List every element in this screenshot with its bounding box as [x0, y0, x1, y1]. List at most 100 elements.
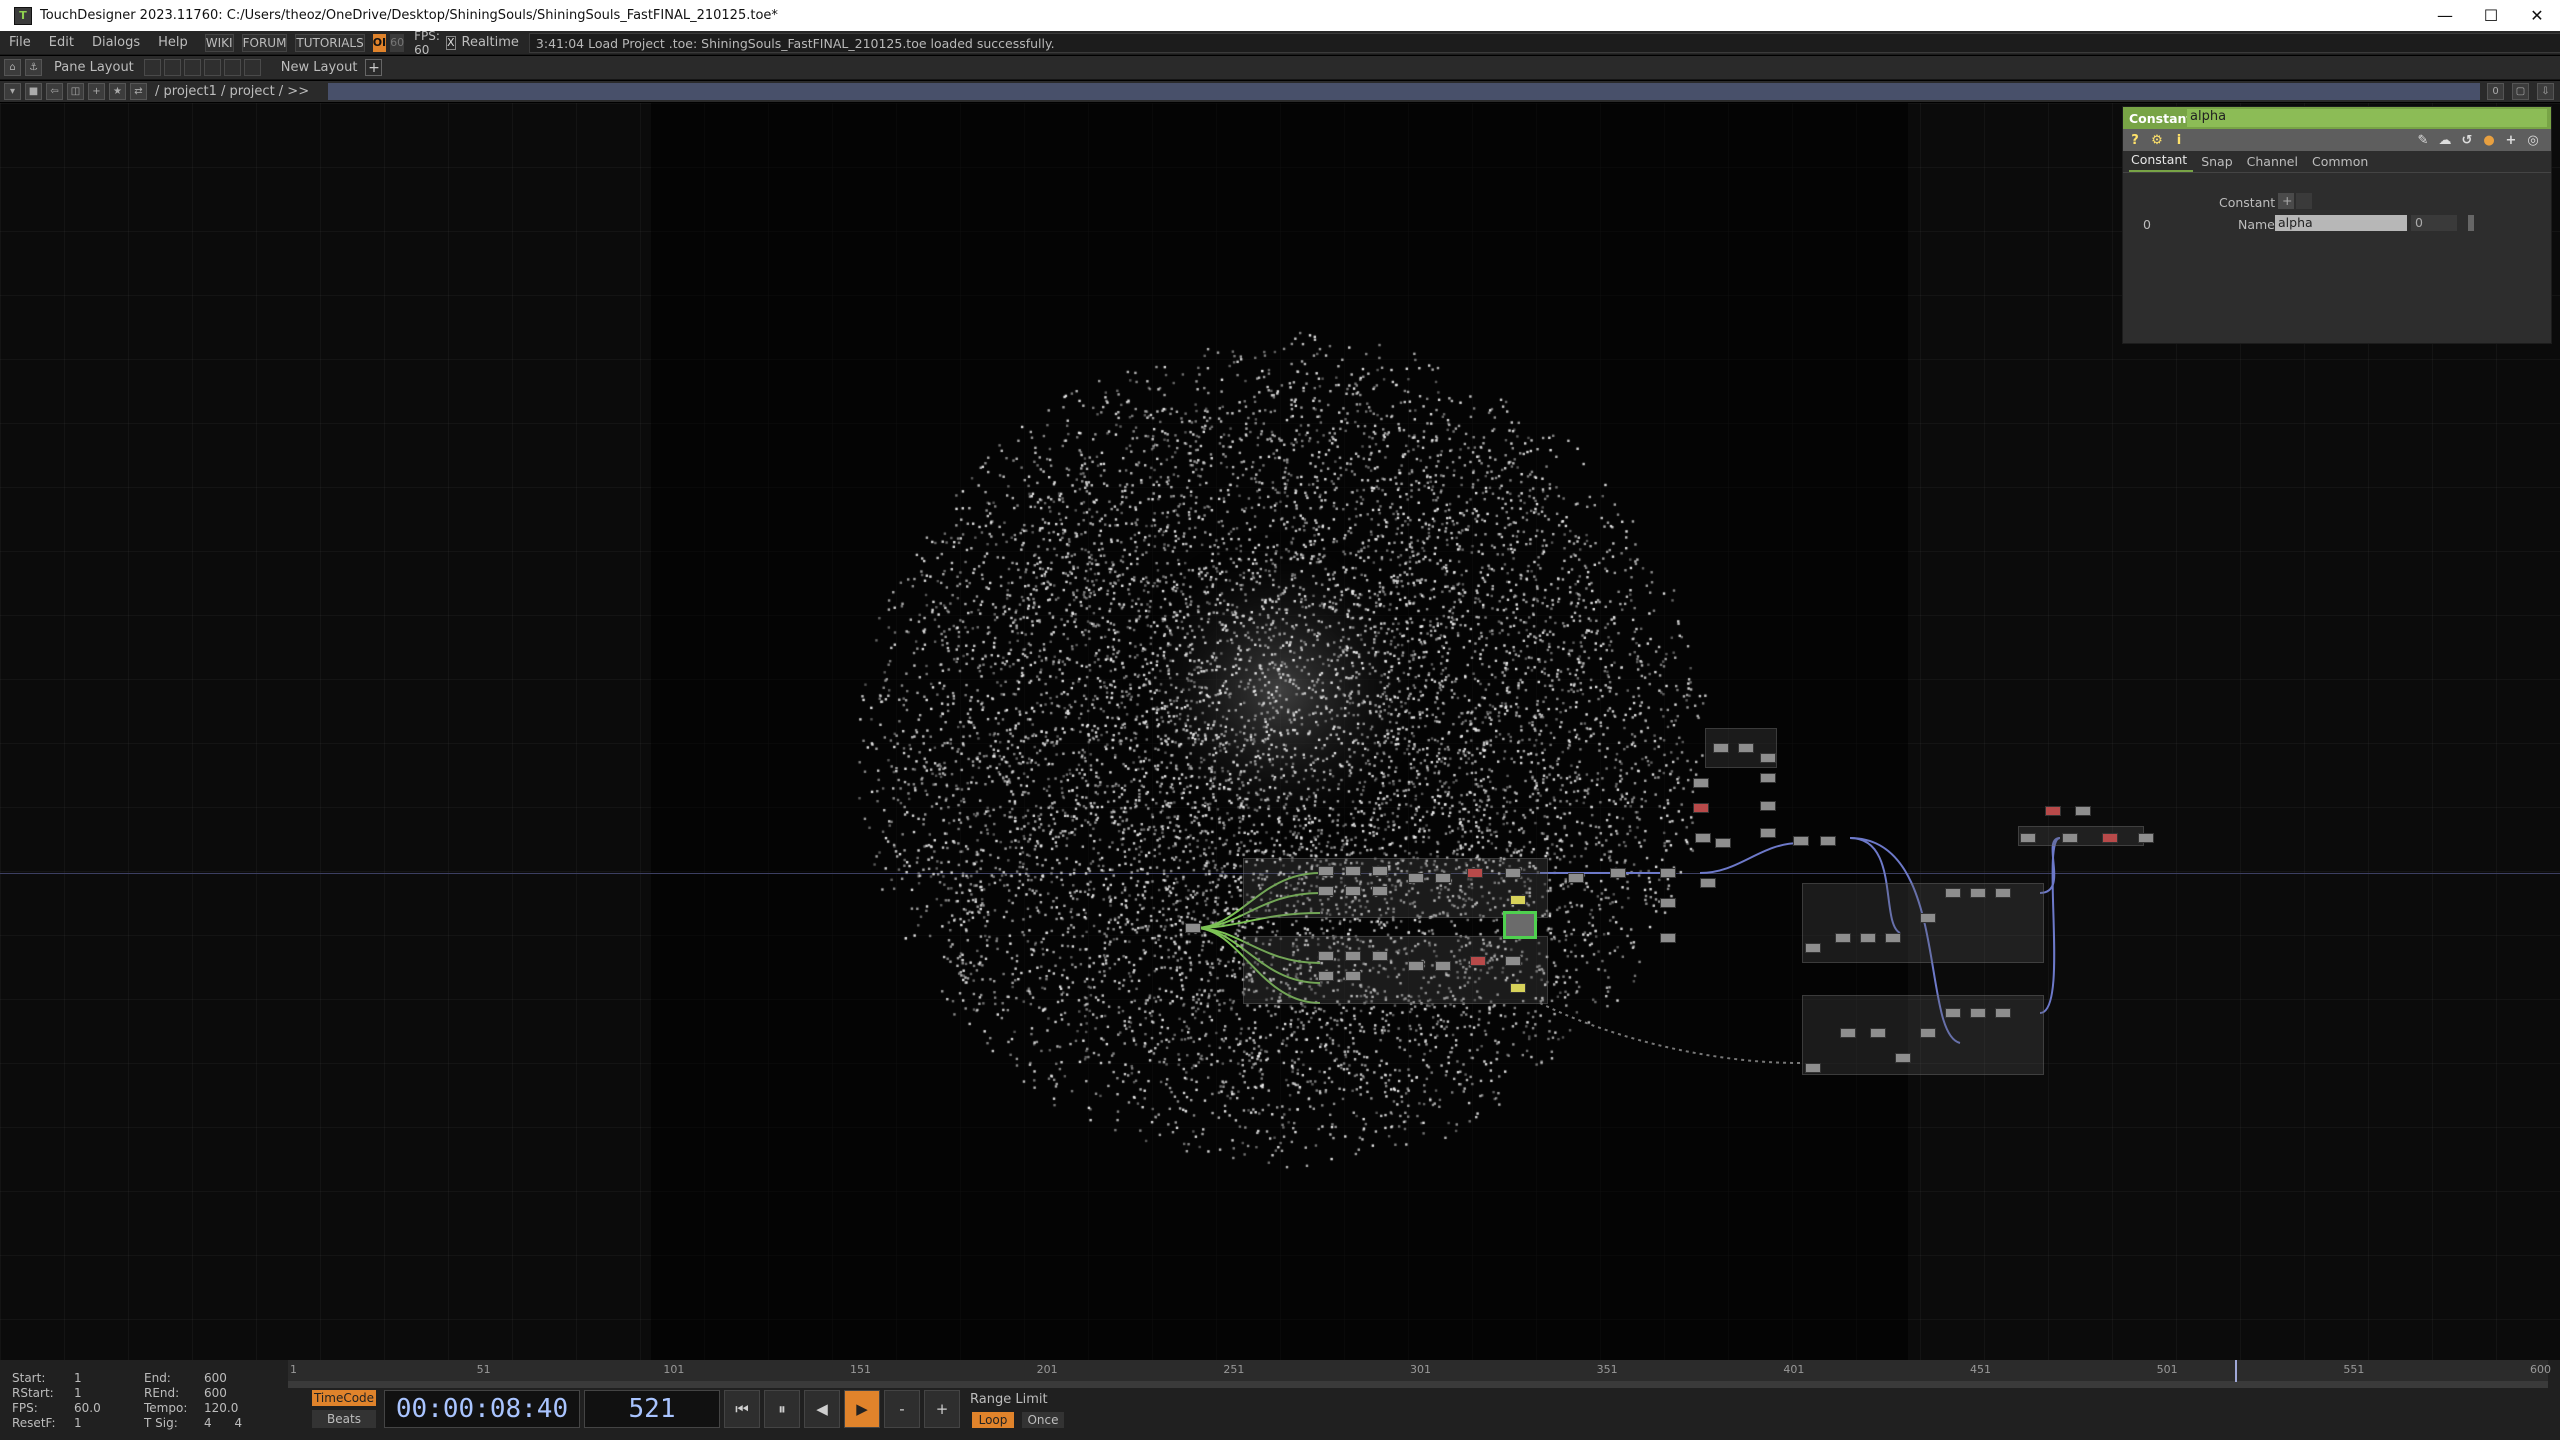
layout-grid-icon[interactable]: [243, 59, 261, 76]
timecode-display[interactable]: 00:00:08:40: [384, 1390, 580, 1428]
network-box[interactable]: [2018, 826, 2144, 846]
playhead[interactable]: [2234, 1360, 2237, 1382]
operator-node[interactable]: [1435, 873, 1451, 883]
operator-node[interactable]: [1660, 933, 1676, 943]
operator-node[interactable]: [1920, 913, 1936, 923]
value-field[interactable]: 0: [2411, 215, 2457, 231]
operator-node[interactable]: [1318, 886, 1334, 896]
operator-node[interactable]: [1372, 866, 1388, 876]
operator-node[interactable]: [1693, 803, 1709, 813]
network-box[interactable]: [1243, 858, 1548, 918]
operator-node[interactable]: [1820, 836, 1836, 846]
realtime-checkbox[interactable]: X: [445, 35, 456, 50]
operator-node[interactable]: [1970, 888, 1986, 898]
operator-node[interactable]: [1840, 1028, 1856, 1038]
minimize-button[interactable]: —: [2422, 0, 2468, 31]
python-icon[interactable]: ⚙: [2149, 132, 2165, 148]
maximize-button[interactable]: ☐: [2468, 0, 2514, 31]
loop-button[interactable]: Loop: [972, 1412, 1014, 1428]
color-icon[interactable]: ●: [2481, 132, 2497, 148]
operator-node[interactable]: [1738, 743, 1754, 753]
operator-node[interactable]: [1318, 951, 1334, 961]
operator-node[interactable]: [1372, 886, 1388, 896]
network-path[interactable]: / project1 / project / >>: [155, 84, 309, 99]
settings-icon[interactable]: ◎: [2525, 132, 2541, 148]
tab-common[interactable]: Common: [2310, 154, 2374, 172]
operator-node[interactable]: [2138, 833, 2154, 843]
bookmark-icon[interactable]: ★: [109, 83, 126, 100]
network-box[interactable]: [1243, 936, 1548, 1004]
operator-node[interactable]: [1185, 923, 1201, 933]
rewind-button[interactable]: ⏮: [724, 1390, 760, 1428]
operator-node[interactable]: [1700, 878, 1716, 888]
up-icon[interactable]: ◫: [67, 83, 84, 100]
operator-node[interactable]: [1510, 983, 1526, 993]
timeline-ruler[interactable]: 1 51 101 151 201 251 301 351 401 451 501 551 600: [288, 1360, 2551, 1382]
rstart-value[interactable]: 1: [74, 1386, 82, 1400]
operator-node[interactable]: [1345, 866, 1361, 876]
add-layout-button[interactable]: +: [365, 59, 383, 76]
operator-node[interactable]: [2045, 806, 2061, 816]
operator-node[interactable]: [1945, 888, 1961, 898]
rend-value[interactable]: 600: [204, 1386, 227, 1400]
operator-node[interactable]: [1995, 1008, 2011, 1018]
resetf-value[interactable]: 1: [74, 1416, 82, 1430]
layout-quad-icon[interactable]: [223, 59, 241, 76]
menu-edit[interactable]: Edit: [40, 35, 83, 50]
operator-node[interactable]: [1793, 836, 1809, 846]
operator-node[interactable]: [1760, 753, 1776, 763]
play-button[interactable]: ▶: [844, 1390, 880, 1428]
operator-node[interactable]: [1467, 868, 1483, 878]
operator-node[interactable]: [1713, 743, 1729, 753]
network-view-icon[interactable]: ■: [25, 83, 42, 100]
add-constant-button[interactable]: +: [2278, 193, 2294, 209]
info-icon[interactable]: i: [2171, 132, 2187, 148]
link-icon[interactable]: ⇄: [130, 83, 147, 100]
value-slider[interactable]: [2468, 215, 2474, 231]
pane-type-dropdown-icon[interactable]: ▾: [4, 83, 21, 100]
operator-node[interactable]: [1505, 956, 1521, 966]
tab-constant[interactable]: Constant: [2129, 152, 2194, 172]
remove-constant-button[interactable]: [2296, 193, 2312, 209]
menu-file[interactable]: File: [0, 35, 40, 50]
operator-node[interactable]: [1760, 773, 1776, 783]
operator-node[interactable]: [1885, 933, 1901, 943]
operator-node[interactable]: [1970, 1008, 1986, 1018]
tutorials-button[interactable]: TUTORIALS: [295, 33, 365, 52]
operator-node[interactable]: [1660, 868, 1676, 878]
operator-node[interactable]: [1408, 961, 1424, 971]
refresh-icon[interactable]: ↺: [2459, 132, 2475, 148]
once-button[interactable]: Once: [1022, 1412, 1064, 1428]
start-value[interactable]: 1: [74, 1371, 82, 1385]
operator-node[interactable]: [1805, 1063, 1821, 1073]
operator-node[interactable]: [1345, 971, 1361, 981]
end-value[interactable]: 600: [204, 1371, 227, 1385]
operator-node[interactable]: [1510, 895, 1526, 905]
step-forward-button[interactable]: +: [924, 1390, 960, 1428]
beats-button[interactable]: Beats: [312, 1410, 376, 1428]
oi-button[interactable]: OI: [372, 33, 387, 52]
operator-node[interactable]: [1318, 971, 1334, 981]
frame-display[interactable]: 521: [584, 1390, 720, 1428]
new-layout-label[interactable]: New Layout: [281, 60, 358, 75]
maximize-pane-icon[interactable]: ▢: [2512, 83, 2529, 100]
operator-node[interactable]: [1408, 873, 1424, 883]
operator-node[interactable]: [1715, 838, 1731, 848]
operator-node[interactable]: [1372, 951, 1388, 961]
help-icon[interactable]: ?: [2127, 132, 2143, 148]
operator-node[interactable]: [1805, 943, 1821, 953]
tsig-value[interactable]: 4 4: [204, 1416, 242, 1430]
add-op-icon[interactable]: +: [88, 83, 105, 100]
operator-node[interactable]: [1860, 933, 1876, 943]
operator-node[interactable]: [1435, 961, 1451, 971]
operator-node[interactable]: [1693, 778, 1709, 788]
operator-node[interactable]: [1345, 886, 1361, 896]
operator-node[interactable]: [2020, 833, 2036, 843]
tempo-value[interactable]: 120.0: [204, 1401, 238, 1415]
wiki-button[interactable]: WIKI: [204, 33, 234, 52]
menu-dialogs[interactable]: Dialogs: [83, 35, 149, 50]
operator-node[interactable]: [1895, 1053, 1911, 1063]
operator-node[interactable]: [1695, 833, 1711, 843]
path-field[interactable]: [328, 83, 2480, 100]
pane-anchor-icon[interactable]: ⚓: [25, 59, 42, 76]
